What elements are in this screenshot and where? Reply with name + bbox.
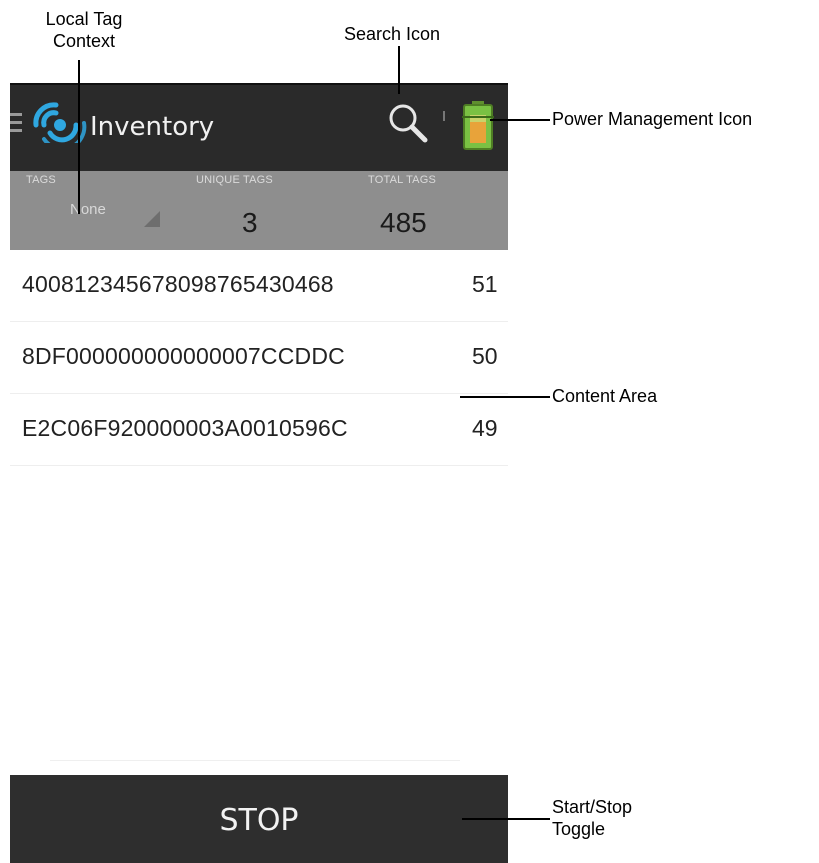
start-stop-toggle-button[interactable]: STOP [10,775,508,863]
rfid-wave-icon [33,102,87,143]
inventory-stats-bar: TAGS None UNIQUE TAGS 3 TOTAL TAGS 485 [10,171,508,250]
annotation-local-tag-context: Local Tag Context [45,9,123,51]
action-bar-separator [443,111,445,121]
hamburger-icon[interactable] [10,113,22,135]
unique-tags-label: UNIQUE TAGS [196,174,273,186]
tag-context-value: None [70,201,106,218]
leader-line-content-area [460,396,550,398]
total-tags-label: TOTAL TAGS [368,174,437,186]
list-item[interactable]: E2C06F920000003A0010596C 49 [10,394,508,466]
list-item[interactable]: 400812345678098765430468 51 [10,250,508,322]
tag-id: 400812345678098765430468 [22,271,334,297]
tag-id: E2C06F920000003A0010596C [22,415,348,441]
action-bar: Inventory [10,85,508,171]
tag-count: 50 [472,343,498,369]
leader-line-local-tag-context [78,60,80,214]
start-stop-label: STOP [219,803,299,838]
annotation-start-stop-toggle: Start/Stop Toggle [552,797,633,839]
leader-line-search-icon [398,46,400,94]
unique-tags-value: 3 [242,207,258,238]
leader-line-power-icon [490,119,550,121]
device-screen: Inventory TAGS None UNIQUE TAGS 3 TOTAL … [10,83,508,863]
search-icon[interactable] [385,100,429,146]
tag-id: 8DF000000000000007CCDDC [22,343,345,369]
tags-label: TAGS [26,174,56,186]
tag-count: 49 [472,415,498,441]
annotation-content-area: Content Area [552,386,658,406]
annotation-search-icon: Search Icon [344,24,441,44]
tag-count: 51 [472,271,498,297]
annotation-power-management-icon: Power Management Icon [552,109,753,129]
dropdown-arrow-icon [144,211,160,227]
battery-icon[interactable] [458,99,498,151]
app-title: Inventory [90,112,215,142]
leader-line-start-stop [462,818,550,820]
total-tags-value: 485 [380,207,427,238]
list-item[interactable]: 8DF000000000000007CCDDC 50 [10,322,508,394]
list-end-divider [50,760,460,761]
tag-context-select[interactable]: None [54,201,174,235]
tag-list[interactable]: 400812345678098765430468 51 8DF000000000… [10,250,508,775]
